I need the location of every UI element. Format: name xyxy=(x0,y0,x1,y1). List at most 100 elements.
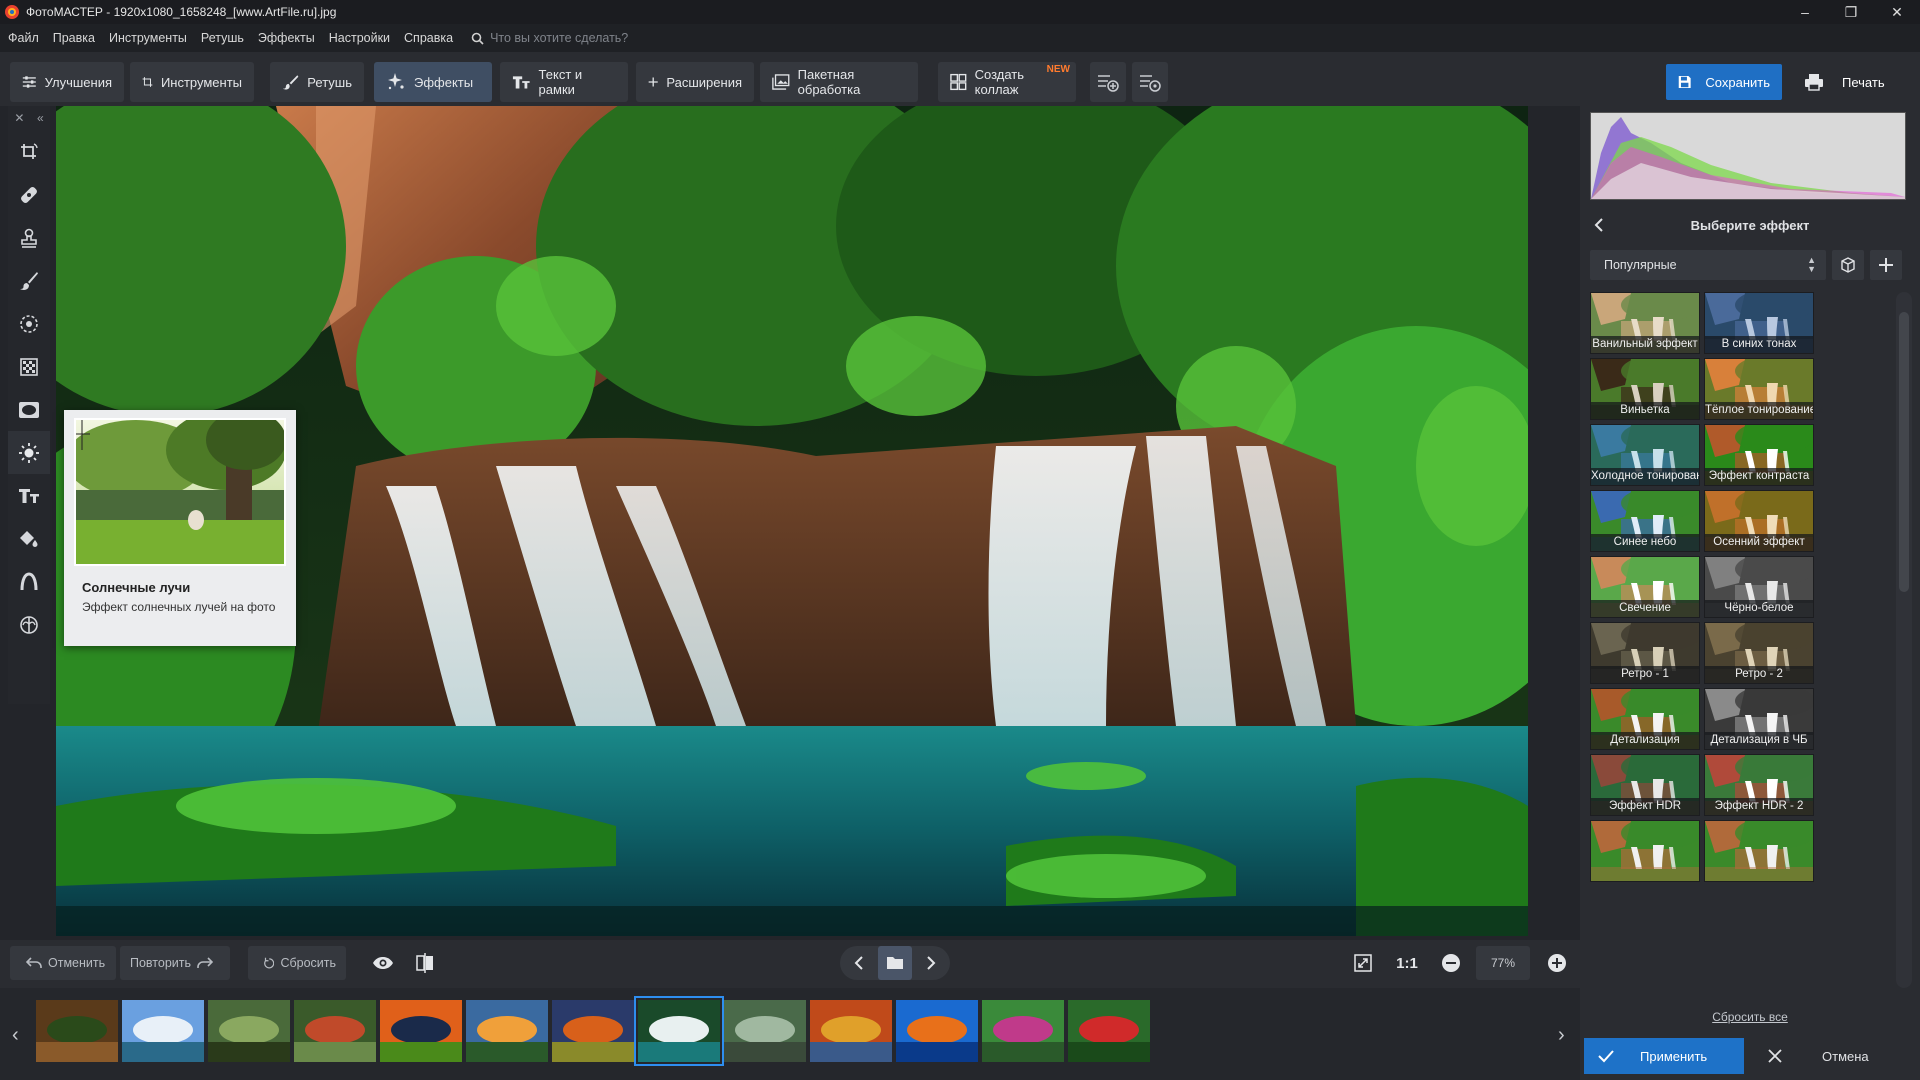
effect-tile[interactable]: Ванильный эффект xyxy=(1590,292,1700,354)
minimize-button[interactable]: – xyxy=(1782,0,1828,24)
create-collage-button[interactable]: Создать коллаж NEW xyxy=(938,62,1076,102)
tab-enhancements[interactable]: Улучшения xyxy=(10,62,124,102)
tool-sun-rays[interactable] xyxy=(8,431,50,474)
tab-text-frames[interactable]: Текст и рамки xyxy=(500,62,628,102)
filmstrip-thumb-blue-lake[interactable] xyxy=(896,1000,978,1062)
menu-settings[interactable]: Настройки xyxy=(329,31,390,45)
sliders-icon xyxy=(22,76,36,88)
scrollbar-thumb[interactable] xyxy=(1899,312,1909,592)
filmstrip-thumb-mountain-lake[interactable] xyxy=(122,1000,204,1062)
batch-processing-button[interactable]: Пакетная обработка xyxy=(760,62,918,102)
filmstrip-thumb-autumn-lake[interactable] xyxy=(810,1000,892,1062)
zoom-actual-size-button[interactable]: 1:1 xyxy=(1390,946,1424,980)
tool-rotate[interactable] xyxy=(8,130,50,173)
reset-all-link[interactable]: Сбросить все xyxy=(1580,1010,1920,1024)
tool-tilt-shift[interactable] xyxy=(8,603,50,646)
zoom-level-field[interactable]: 77% xyxy=(1476,946,1530,980)
plus-icon xyxy=(1879,258,1893,272)
filmstrip-thumb-berries[interactable] xyxy=(1068,1000,1150,1062)
effect-tile[interactable]: Ретро - 1 xyxy=(1590,622,1700,684)
effect-tile[interactable]: Ретро - 2 xyxy=(1704,622,1814,684)
effects-scrollbar[interactable] xyxy=(1896,292,1912,988)
effect-tile[interactable]: Виньетка xyxy=(1590,358,1700,420)
previous-image-button[interactable] xyxy=(842,946,876,980)
layer-settings-button[interactable] xyxy=(1132,62,1168,102)
effects-3d-button[interactable] xyxy=(1832,250,1864,280)
tab-effects[interactable]: Эффекты xyxy=(374,62,492,102)
tab-retouch[interactable]: Ретушь xyxy=(270,62,364,102)
tool-text[interactable] xyxy=(8,474,50,517)
filmstrip-scroll-left[interactable]: ‹ xyxy=(12,1024,19,1047)
undo-button[interactable]: Отменить xyxy=(10,946,116,980)
print-button[interactable]: Печать xyxy=(1792,64,1908,100)
tool-radial[interactable] xyxy=(8,302,50,345)
filmstrip-thumb-tree-house[interactable] xyxy=(724,1000,806,1062)
tool-vignette[interactable] xyxy=(8,388,50,431)
effect-tile[interactable]: Детализация в ЧБ xyxy=(1704,688,1814,750)
save-button[interactable]: Сохранить xyxy=(1666,64,1782,100)
effect-tile[interactable]: В синих тонах xyxy=(1704,292,1814,354)
thumbnail-image xyxy=(36,1000,118,1062)
tool-stamp[interactable] xyxy=(8,216,50,259)
command-search[interactable]: Что вы хотите сделать? xyxy=(471,31,628,45)
menu-help[interactable]: Справка xyxy=(404,31,453,45)
zoom-in-button[interactable] xyxy=(1540,946,1574,980)
tool-healing[interactable] xyxy=(8,173,50,216)
category-select[interactable]: Популярные ▲ ▼ xyxy=(1590,250,1826,280)
filmstrip-thumb-autumn-field[interactable] xyxy=(552,1000,634,1062)
crop-icon xyxy=(142,77,153,87)
preview-toggle[interactable] xyxy=(366,946,400,980)
effect-tile[interactable]: Синее небо xyxy=(1590,490,1700,552)
effect-tile[interactable]: Эффект HDR xyxy=(1590,754,1700,816)
reset-button[interactable]: Сбросить xyxy=(248,946,346,980)
filmstrip-thumb-forest-path[interactable] xyxy=(208,1000,290,1062)
next-image-button[interactable] xyxy=(914,946,948,980)
tool-gradient[interactable] xyxy=(8,345,50,388)
effect-tile[interactable]: Холодное тонирование xyxy=(1590,424,1700,486)
collapse-panel-icon[interactable]: « xyxy=(37,111,44,125)
tool-tone-curve[interactable] xyxy=(8,560,50,603)
app-logo-icon xyxy=(5,5,19,19)
filmstrip-thumb-sunset-field[interactable] xyxy=(380,1000,462,1062)
vignette-icon xyxy=(19,401,39,418)
open-folder-button[interactable] xyxy=(878,946,912,980)
close-button[interactable]: ✕ xyxy=(1874,0,1920,24)
tool-fill[interactable] xyxy=(8,517,50,560)
compare-toggle[interactable] xyxy=(408,946,442,980)
add-effect-button[interactable] xyxy=(1870,250,1902,280)
cancel-button[interactable]: Отмена xyxy=(1756,1038,1916,1074)
effect-tile[interactable]: Эффект HDR - 2 xyxy=(1704,754,1814,816)
effect-tile[interactable]: Тёплое тонирование xyxy=(1704,358,1814,420)
filmstrip-scroll-right[interactable]: › xyxy=(1558,1024,1565,1047)
close-panel-icon[interactable]: ✕ xyxy=(14,111,24,125)
menu-edit[interactable]: Правка xyxy=(53,31,95,45)
effect-tile[interactable]: Чёрно-белое xyxy=(1704,556,1814,618)
add-layer-button[interactable] xyxy=(1090,62,1126,102)
tab-tools[interactable]: Инструменты xyxy=(130,62,254,102)
effect-tile[interactable]: Осенний эффект xyxy=(1704,490,1814,552)
effect-tile[interactable] xyxy=(1704,820,1814,882)
tool-brush[interactable] xyxy=(8,259,50,302)
effect-label: Ретро - 1 xyxy=(1591,666,1699,683)
effect-tile[interactable]: Свечение xyxy=(1590,556,1700,618)
menu-retouch[interactable]: Ретушь xyxy=(201,31,244,45)
zoom-out-button[interactable] xyxy=(1434,946,1468,980)
filmstrip-thumb-river-sunset[interactable] xyxy=(466,1000,548,1062)
effect-tile[interactable]: Эффект контраста xyxy=(1704,424,1814,486)
chevron-left-icon[interactable] xyxy=(1592,217,1608,233)
effect-tile[interactable]: Детализация xyxy=(1590,688,1700,750)
effect-tile[interactable] xyxy=(1590,820,1700,882)
filmstrip-thumb-flowers[interactable] xyxy=(982,1000,1064,1062)
menu-file[interactable]: Файл xyxy=(8,31,39,45)
redo-button[interactable]: Повторить xyxy=(120,946,230,980)
filmstrip-thumb-pinecones[interactable] xyxy=(36,1000,118,1062)
fit-to-screen-button[interactable] xyxy=(1346,946,1380,980)
tab-extensions[interactable]: Расширения xyxy=(636,62,754,102)
minus-circle-icon xyxy=(1442,954,1460,972)
maximize-button[interactable]: ❐ xyxy=(1828,0,1874,24)
menu-tools[interactable]: Инструменты xyxy=(109,31,187,45)
filmstrip-thumb-waterfall[interactable] xyxy=(634,996,724,1066)
apply-button[interactable]: Применить xyxy=(1584,1038,1744,1074)
filmstrip-thumb-bridge[interactable] xyxy=(294,1000,376,1062)
menu-effects[interactable]: Эффекты xyxy=(258,31,315,45)
